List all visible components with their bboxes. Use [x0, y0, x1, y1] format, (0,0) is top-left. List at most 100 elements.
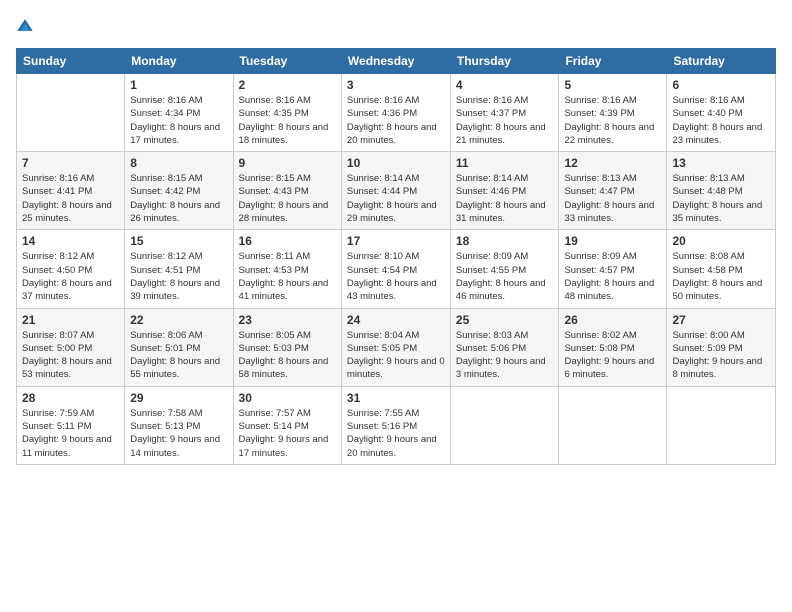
- calendar-cell: 28Sunrise: 7:59 AMSunset: 5:11 PMDayligh…: [17, 386, 125, 464]
- calendar-cell: 12 Sunrise: 8:13 AMSunset: 4:47 PMDayligh…: [559, 152, 667, 230]
- day-number: 2: [239, 78, 336, 92]
- logo-icon: [16, 16, 34, 38]
- day-number: 7: [22, 156, 119, 170]
- day-info: Sunrise: 8:05 AMSunset: 5:03 PMDaylight:…: [239, 329, 336, 382]
- day-info: Sunrise: 8:16 AMSunset: 4:36 PMDaylight:…: [347, 94, 445, 147]
- day-number: 25: [456, 313, 554, 327]
- day-number: 29: [130, 391, 227, 405]
- day-number: 20: [672, 234, 770, 248]
- column-header-thursday: Thursday: [450, 49, 559, 74]
- calendar-week-row: 1 Sunrise: 8:16 AMSunset: 4:34 PMDaylight…: [17, 74, 776, 152]
- day-info: Sunrise: 8:09 AMSunset: 4:57 PMDaylight:…: [564, 250, 661, 303]
- day-number: 27: [672, 313, 770, 327]
- day-info: Sunrise: 8:07 AMSunset: 5:00 PMDaylight:…: [22, 329, 119, 382]
- day-number: 4: [456, 78, 554, 92]
- calendar-cell: 24 Sunrise: 8:04 AMSunset: 5:05 PMDayligh…: [341, 308, 450, 386]
- day-info: Sunrise: 8:16 AMSunset: 4:35 PMDaylight:…: [239, 94, 336, 147]
- calendar-cell: 30 Sunrise: 7:57 AMSunset: 5:14 PMDayligh…: [233, 386, 341, 464]
- day-info: Sunrise: 8:16 AMSunset: 4:39 PMDaylight:…: [564, 94, 661, 147]
- calendar-week-row: 28Sunrise: 7:59 AMSunset: 5:11 PMDayligh…: [17, 386, 776, 464]
- day-info: Sunrise: 8:16 AMSunset: 4:37 PMDaylight:…: [456, 94, 554, 147]
- day-number: 3: [347, 78, 445, 92]
- day-info: Sunrise: 8:11 AMSunset: 4:53 PMDaylight:…: [239, 250, 336, 303]
- day-info: Sunrise: 8:09 AMSunset: 4:55 PMDaylight:…: [456, 250, 554, 303]
- calendar-cell: 4 Sunrise: 8:16 AMSunset: 4:37 PMDaylight…: [450, 74, 559, 152]
- calendar-cell: 5 Sunrise: 8:16 AMSunset: 4:39 PMDaylight…: [559, 74, 667, 152]
- column-header-sunday: Sunday: [17, 49, 125, 74]
- day-info: Sunrise: 8:13 AMSunset: 4:48 PMDaylight:…: [672, 172, 770, 225]
- day-number: 16: [239, 234, 336, 248]
- calendar-cell: 8 Sunrise: 8:15 AMSunset: 4:42 PMDaylight…: [125, 152, 233, 230]
- calendar-week-row: 14 Sunrise: 8:12 AMSunset: 4:50 PMDayligh…: [17, 230, 776, 308]
- day-number: 14: [22, 234, 119, 248]
- day-number: 15: [130, 234, 227, 248]
- day-number: 24: [347, 313, 445, 327]
- day-number: 1: [130, 78, 227, 92]
- calendar-cell: 16 Sunrise: 8:11 AMSunset: 4:53 PMDayligh…: [233, 230, 341, 308]
- calendar-cell: [667, 386, 776, 464]
- day-info: Sunrise: 8:10 AMSunset: 4:54 PMDaylight:…: [347, 250, 445, 303]
- calendar-table: SundayMondayTuesdayWednesdayThursdayFrid…: [16, 48, 776, 465]
- calendar-week-row: 7 Sunrise: 8:16 AMSunset: 4:41 PMDaylight…: [17, 152, 776, 230]
- day-info: Sunrise: 8:13 AMSunset: 4:47 PMDaylight:…: [564, 172, 661, 225]
- day-number: 23: [239, 313, 336, 327]
- day-info: Sunrise: 8:00 AMSunset: 5:09 PMDaylight:…: [672, 329, 770, 382]
- day-info: Sunrise: 8:12 AMSunset: 4:50 PMDaylight:…: [22, 250, 119, 303]
- day-number: 21: [22, 313, 119, 327]
- day-info: Sunrise: 7:57 AMSunset: 5:14 PMDaylight:…: [239, 407, 336, 460]
- calendar-cell: 20 Sunrise: 8:08 AMSunset: 4:58 PMDayligh…: [667, 230, 776, 308]
- column-header-wednesday: Wednesday: [341, 49, 450, 74]
- column-header-tuesday: Tuesday: [233, 49, 341, 74]
- calendar-cell: 26Sunrise: 8:02 AMSunset: 5:08 PMDayligh…: [559, 308, 667, 386]
- column-header-monday: Monday: [125, 49, 233, 74]
- calendar-cell: 19Sunrise: 8:09 AMSunset: 4:57 PMDayligh…: [559, 230, 667, 308]
- calendar-cell: 6 Sunrise: 8:16 AMSunset: 4:40 PMDaylight…: [667, 74, 776, 152]
- day-number: 9: [239, 156, 336, 170]
- logo: [16, 16, 38, 38]
- calendar-cell: 21 Sunrise: 8:07 AMSunset: 5:00 PMDayligh…: [17, 308, 125, 386]
- day-info: Sunrise: 8:15 AMSunset: 4:42 PMDaylight:…: [130, 172, 227, 225]
- calendar-cell: 23 Sunrise: 8:05 AMSunset: 5:03 PMDayligh…: [233, 308, 341, 386]
- calendar-cell: 13 Sunrise: 8:13 AMSunset: 4:48 PMDayligh…: [667, 152, 776, 230]
- calendar-cell: [559, 386, 667, 464]
- day-number: 31: [347, 391, 445, 405]
- calendar-cell: 15 Sunrise: 8:12 AMSunset: 4:51 PMDayligh…: [125, 230, 233, 308]
- day-number: 22: [130, 313, 227, 327]
- calendar-cell: 25Sunrise: 8:03 AMSunset: 5:06 PMDayligh…: [450, 308, 559, 386]
- day-number: 12: [564, 156, 661, 170]
- calendar-cell: 29Sunrise: 7:58 AMSunset: 5:13 PMDayligh…: [125, 386, 233, 464]
- day-info: Sunrise: 8:06 AMSunset: 5:01 PMDaylight:…: [130, 329, 227, 382]
- header: [16, 16, 776, 38]
- day-info: Sunrise: 8:16 AMSunset: 4:41 PMDaylight:…: [22, 172, 119, 225]
- calendar-cell: 9 Sunrise: 8:15 AMSunset: 4:43 PMDaylight…: [233, 152, 341, 230]
- day-number: 17: [347, 234, 445, 248]
- day-info: Sunrise: 8:15 AMSunset: 4:43 PMDaylight:…: [239, 172, 336, 225]
- calendar-cell: 22 Sunrise: 8:06 AMSunset: 5:01 PMDayligh…: [125, 308, 233, 386]
- day-number: 11: [456, 156, 554, 170]
- calendar-cell: 10Sunrise: 8:14 AMSunset: 4:44 PMDayligh…: [341, 152, 450, 230]
- day-info: Sunrise: 8:04 AMSunset: 5:05 PMDaylight:…: [347, 329, 445, 382]
- day-number: 13: [672, 156, 770, 170]
- calendar-cell: 31Sunrise: 7:55 AMSunset: 5:16 PMDayligh…: [341, 386, 450, 464]
- calendar-header-row: SundayMondayTuesdayWednesdayThursdayFrid…: [17, 49, 776, 74]
- calendar-cell: 14 Sunrise: 8:12 AMSunset: 4:50 PMDayligh…: [17, 230, 125, 308]
- calendar-cell: 7 Sunrise: 8:16 AMSunset: 4:41 PMDaylight…: [17, 152, 125, 230]
- day-number: 30: [239, 391, 336, 405]
- calendar-cell: 18Sunrise: 8:09 AMSunset: 4:55 PMDayligh…: [450, 230, 559, 308]
- calendar-week-row: 21 Sunrise: 8:07 AMSunset: 5:00 PMDayligh…: [17, 308, 776, 386]
- column-header-friday: Friday: [559, 49, 667, 74]
- day-info: Sunrise: 8:12 AMSunset: 4:51 PMDaylight:…: [130, 250, 227, 303]
- day-info: Sunrise: 8:14 AMSunset: 4:46 PMDaylight:…: [456, 172, 554, 225]
- day-number: 8: [130, 156, 227, 170]
- day-info: Sunrise: 8:08 AMSunset: 4:58 PMDaylight:…: [672, 250, 770, 303]
- calendar-cell: [450, 386, 559, 464]
- day-number: 5: [564, 78, 661, 92]
- page-container: SundayMondayTuesdayWednesdayThursdayFrid…: [0, 0, 792, 475]
- day-number: 26: [564, 313, 661, 327]
- calendar-cell: [17, 74, 125, 152]
- day-number: 6: [672, 78, 770, 92]
- day-number: 28: [22, 391, 119, 405]
- calendar-cell: 1 Sunrise: 8:16 AMSunset: 4:34 PMDaylight…: [125, 74, 233, 152]
- day-info: Sunrise: 8:16 AMSunset: 4:34 PMDaylight:…: [130, 94, 227, 147]
- day-info: Sunrise: 8:16 AMSunset: 4:40 PMDaylight:…: [672, 94, 770, 147]
